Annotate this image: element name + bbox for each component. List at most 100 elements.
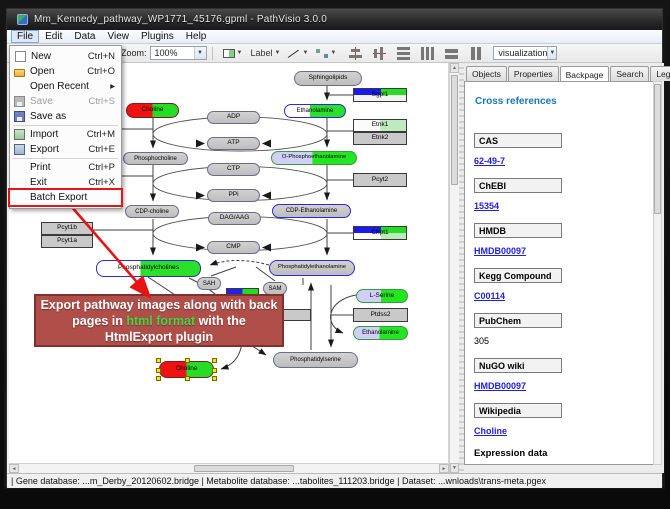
tab-properties[interactable]: Properties (508, 66, 559, 81)
xref-link[interactable]: Choline (474, 426, 656, 436)
xref-section-hmdb: HMDBHMDB00097 (465, 223, 656, 256)
annotation-line2: pages in html format with the (72, 313, 246, 329)
canvas-horizontal-scrollbar[interactable]: ◄ ► (9, 463, 449, 473)
node-o-phosphoethanolamine[interactable]: O-Phosphoethanolamine (271, 151, 357, 165)
menu-item-label: Exit (30, 177, 88, 188)
menu-item-label: Print (30, 162, 88, 173)
file-menu-item-save[interactable]: SaveCtrl+S (10, 94, 121, 109)
new-datanode-button[interactable]: ▼ (220, 46, 246, 61)
chevron-down-icon[interactable]: ▼ (547, 47, 556, 59)
xref-link[interactable]: HMDB00097 (474, 246, 656, 256)
zoom-combobox[interactable]: 100% ▼ (150, 46, 207, 60)
status-text: | Gene database: ...m_Derby_20120602.bri… (11, 476, 546, 486)
chevron-down-icon[interactable]: ▼ (330, 50, 336, 56)
tab-objects[interactable]: Objects (466, 66, 507, 81)
node-phosphocholine[interactable]: Phosphocholine (123, 152, 188, 165)
scroll-right-icon[interactable]: ► (439, 464, 449, 473)
tab-search[interactable]: Search (610, 66, 649, 81)
file-menu-item-print[interactable]: PrintCtrl+P (10, 160, 121, 175)
scrollbar-thumb[interactable] (194, 465, 294, 472)
xref-link[interactable]: 62-49-7 (474, 156, 656, 166)
menu-plugins[interactable]: Plugins (135, 30, 180, 43)
file-menu-item-exit[interactable]: ExitCtrl+X (10, 175, 121, 190)
selection-handle[interactable] (185, 376, 190, 381)
selection-handle[interactable] (156, 376, 161, 381)
scroll-left-icon[interactable]: ◄ (9, 464, 19, 473)
node-l-serine[interactable]: L-Serine (356, 289, 408, 303)
xref-link[interactable]: C00114 (474, 291, 656, 301)
menu-edit[interactable]: Edit (39, 30, 68, 43)
scroll-down-icon[interactable]: ▼ (450, 463, 459, 473)
xref-title: Kegg Compound (474, 268, 562, 283)
node-sah[interactable]: SAH (197, 277, 221, 290)
align-center-x-icon[interactable] (348, 47, 363, 60)
node-ethanolamine-top[interactable]: Ethanolamine (284, 104, 346, 118)
title-bar[interactable]: Mm_Kennedy_pathway_WP1771_45176.gpml - P… (7, 9, 662, 30)
scroll-up-icon[interactable]: ▲ (450, 63, 459, 73)
node-ptdss2[interactable]: Ptdss2 (353, 308, 408, 322)
file-menu-item-save-as[interactable]: Save as (10, 109, 121, 124)
chevron-down-icon[interactable]: ▼ (275, 50, 281, 56)
node-ppi[interactable]: PPi (207, 189, 260, 202)
node-cdp-choline[interactable]: CDP-choline (125, 205, 179, 218)
common-height-icon[interactable] (468, 47, 483, 60)
scrollbar-thumb[interactable] (654, 84, 661, 214)
node-pcyt1a[interactable]: Pcyt1a (41, 235, 93, 248)
file-menu-item-batch-export[interactable]: Batch Export (10, 190, 121, 205)
visualization-combobox[interactable]: visualization ▼ (493, 46, 557, 60)
selection-handle[interactable] (185, 358, 190, 363)
file-menu-item-import[interactable]: ImportCtrl+M (10, 127, 121, 142)
menu-file[interactable]: File (11, 30, 39, 43)
node-cdp-ethanolamine[interactable]: CDP-Ethanolamine (272, 204, 351, 218)
menu-view[interactable]: View (101, 30, 135, 43)
node-pcyt1b[interactable]: Pcyt1b (41, 222, 93, 235)
node-atp[interactable]: ATP (207, 137, 260, 150)
new-connector-button[interactable]: ▼ (313, 46, 339, 61)
file-menu-item-new[interactable]: NewCtrl+N (10, 49, 121, 64)
new-line-button[interactable]: ▼ (285, 46, 311, 61)
canvas-vertical-scrollbar[interactable]: ▲ ▼ (449, 63, 459, 473)
new-label-button[interactable]: Label ▼ (247, 46, 283, 61)
align-center-y-icon[interactable] (372, 47, 387, 60)
node-chpt1[interactable]: Chpt1 (353, 226, 407, 240)
selection-handle[interactable] (156, 358, 161, 363)
node-etnk2[interactable]: Etnk2 (353, 132, 407, 145)
selection-handle[interactable] (156, 368, 161, 373)
node-phosphatidylcholines[interactable]: Phosphatidylcholines (96, 260, 201, 277)
file-menu-item-open-recent[interactable]: Open Recent▸ (10, 79, 121, 94)
common-width-icon[interactable] (444, 47, 459, 60)
file-menu-item-export[interactable]: ExportCtrl+E (10, 142, 121, 157)
node-phosphatidylethanolamine[interactable]: Phosphatidylethanolamine (269, 260, 355, 276)
panel-scrollbar[interactable] (653, 81, 662, 465)
node-pcyt2[interactable]: Pcyt2 (353, 173, 407, 187)
selection-handle[interactable] (212, 368, 217, 373)
node-dag[interactable]: DAG/AAG (208, 212, 261, 225)
chevron-down-icon[interactable]: ▼ (194, 47, 206, 59)
node-sgpl1[interactable]: Sgpl1 (353, 88, 407, 102)
node-etnk1[interactable]: Etnk1 (353, 119, 407, 132)
node-adp[interactable]: ADP (207, 111, 260, 124)
chevron-down-icon[interactable]: ▼ (302, 50, 308, 56)
xref-link[interactable]: HMDB00097 (474, 381, 656, 391)
tab-backpage[interactable]: Backpage (560, 66, 610, 82)
file-menu-item-open[interactable]: OpenCtrl+O (10, 64, 121, 79)
node-ctp[interactable]: CTP (207, 163, 260, 176)
menu-data[interactable]: Data (68, 30, 101, 43)
distribute-horizontal-icon[interactable] (396, 47, 411, 60)
menu-help[interactable]: Help (180, 30, 213, 43)
xref-link[interactable]: 15354 (474, 201, 656, 211)
node-pisd[interactable] (281, 309, 311, 321)
connector-tool-icon (316, 49, 328, 58)
tab-legend[interactable]: Legend (650, 66, 670, 81)
node-cmp[interactable]: CMP (207, 241, 260, 254)
selection-handle[interactable] (212, 376, 217, 381)
selection-handle[interactable] (212, 358, 217, 363)
node-phosphatidylserine[interactable]: Phosphatidylserine (273, 352, 358, 368)
node-choline-top[interactable]: Choline (126, 103, 179, 118)
node-sphingolipids[interactable]: Sphingolipids (294, 71, 362, 86)
node-ethanolamine-bottom[interactable]: Ethanolamine (353, 326, 408, 340)
scrollbar-thumb[interactable] (451, 75, 458, 185)
distribute-vertical-icon[interactable] (420, 47, 435, 60)
annotation-callout: Export pathway images along with back pa… (34, 294, 284, 347)
chevron-down-icon[interactable]: ▼ (237, 50, 243, 56)
